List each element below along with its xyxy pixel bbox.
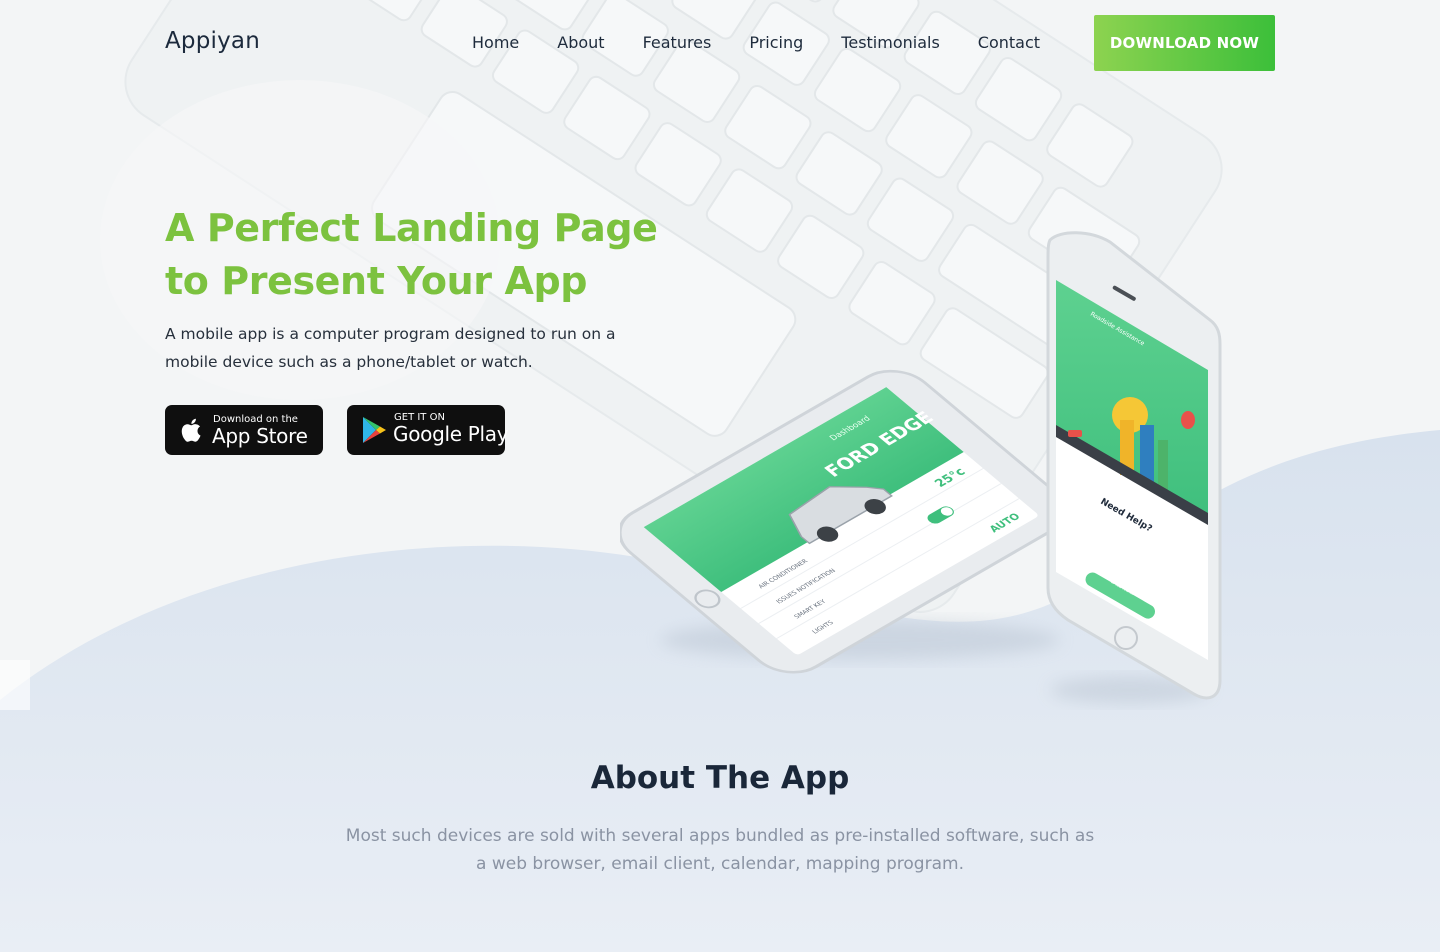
nav-item-contact[interactable]: Contact	[978, 33, 1040, 52]
brand-logo[interactable]: Appiyan	[165, 28, 260, 54]
about-title: About The App	[590, 760, 850, 796]
right-phone: Need Help? Roadside Assistance CALL NOW	[1046, 231, 1222, 700]
app-store-big-text: App Store	[212, 424, 308, 448]
google-play-button[interactable]: GET IT ON Google Play	[347, 405, 509, 455]
nav-item-pricing[interactable]: Pricing	[749, 33, 803, 52]
hero-description: A mobile app is a computer program desig…	[165, 325, 616, 371]
download-now-button[interactable]: DOWNLOAD NOW	[1094, 15, 1275, 71]
google-play-big-text: Google Play	[393, 422, 509, 446]
nav-item-home[interactable]: Home	[472, 33, 519, 52]
app-store-button[interactable]: Download on the App Store	[165, 405, 323, 455]
phone-mockups: FORD EDGE Dashboard AIR CONDITIONER ISSU…	[620, 231, 1222, 704]
nav-item-features[interactable]: Features	[643, 33, 712, 52]
nav-item-testimonials[interactable]: Testimonials	[841, 33, 940, 52]
about-text: Most such devices are sold with several …	[345, 826, 1095, 874]
apple-icon	[181, 418, 201, 442]
navbar: Appiyan Home About Features Pricing Test…	[0, 0, 1440, 86]
nav-menu: Home About Features Pricing Testimonials…	[472, 33, 1040, 52]
nav-item-about[interactable]: About	[557, 33, 604, 52]
google-play-icon	[363, 417, 386, 443]
